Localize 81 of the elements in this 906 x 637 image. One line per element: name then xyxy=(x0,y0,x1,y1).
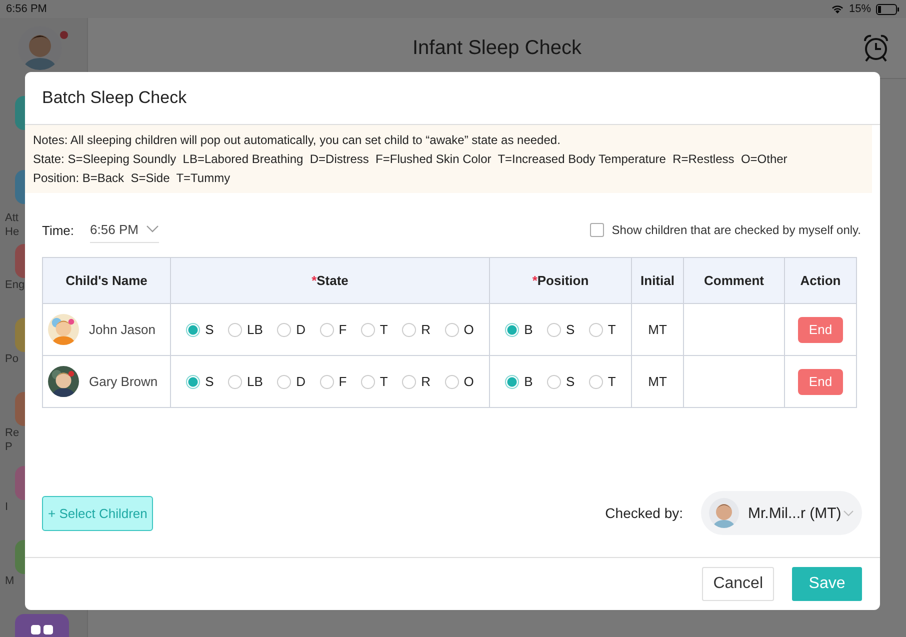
alarm-clock-icon[interactable] xyxy=(862,34,890,62)
column-header: Child's Name xyxy=(42,258,170,304)
chevron-down-icon xyxy=(146,225,160,233)
page-title: Infant Sleep Check xyxy=(412,36,582,60)
sidebar-label: He xyxy=(5,225,20,239)
radio-button[interactable] xyxy=(277,322,292,336)
radio-button[interactable] xyxy=(186,322,200,336)
radio-button[interactable] xyxy=(505,322,520,336)
radio-button[interactable] xyxy=(547,322,562,336)
checked-by-label: Checked by: xyxy=(605,505,683,521)
column-header: Comment xyxy=(684,258,784,304)
staff-select[interactable]: Mr.Mil...r (MT) xyxy=(701,491,862,535)
select-children-button[interactable]: + Select Children xyxy=(42,496,154,530)
note-text: Notes: All sleeping children will pop out automatically, you can set child to “awake” state as needed. xyxy=(33,134,562,147)
wifi-icon xyxy=(830,4,844,14)
option-label: B xyxy=(524,374,533,389)
note-text: State: S=Sleeping Soundly LB=Labored Breathing D=Distress F=Flushed Skin Color T=Increased Body Temperature R=Restless O=Other xyxy=(33,153,788,166)
checkbox[interactable] xyxy=(590,223,604,237)
initials: MT xyxy=(648,374,667,389)
option-label: R xyxy=(421,374,430,389)
option-label: S xyxy=(205,322,214,337)
sidebar-label: M xyxy=(5,574,14,588)
sidebar-label: I xyxy=(5,500,8,514)
battery-icon xyxy=(876,4,900,14)
option-label: R xyxy=(421,322,430,337)
end-button[interactable]: End xyxy=(798,368,843,394)
radio-button[interactable] xyxy=(320,322,334,336)
radio-button[interactable] xyxy=(360,374,375,388)
column-header: *State xyxy=(170,258,490,304)
sidebar-label: Po xyxy=(5,352,18,366)
note-text: Position: B=Back S=Side T=Tummy xyxy=(33,172,232,185)
checkbox-label: Show children that are checked by myself only. xyxy=(612,223,861,237)
radio-button[interactable] xyxy=(360,322,375,336)
radio-button[interactable] xyxy=(320,374,334,388)
radio-button[interactable] xyxy=(186,374,200,388)
option-label: S xyxy=(566,322,575,337)
radio-button[interactable] xyxy=(402,374,416,388)
option-label: F xyxy=(338,322,347,337)
column-header: Initial xyxy=(632,258,684,304)
option-label: O xyxy=(464,374,474,389)
sidebar-label: Re xyxy=(5,426,20,440)
save-button[interactable]: Save xyxy=(792,567,862,601)
radio-button[interactable] xyxy=(402,322,416,336)
option-label: F xyxy=(338,374,347,389)
option-label: D xyxy=(296,374,306,389)
radio-button[interactable] xyxy=(228,322,242,336)
radio-button[interactable] xyxy=(547,374,562,388)
radio-button[interactable] xyxy=(444,322,459,336)
radio-button[interactable] xyxy=(588,322,603,336)
column-header: Action xyxy=(784,258,856,304)
radio-button[interactable] xyxy=(588,374,603,388)
option-label: LB xyxy=(247,322,263,337)
option-label: S xyxy=(205,374,214,389)
radio-button[interactable] xyxy=(444,374,459,388)
time-select[interactable]: 6:56 PM xyxy=(90,222,160,242)
child-name: Gary Brown xyxy=(89,374,158,389)
cancel-button[interactable]: Cancel xyxy=(702,567,774,601)
battery-percent: 15% xyxy=(848,3,871,15)
initials: MT xyxy=(648,322,667,337)
time-label: Time: xyxy=(42,222,74,238)
sidebar-label: Eng xyxy=(5,278,25,292)
radio-button[interactable] xyxy=(277,374,292,388)
sidebar-label: P xyxy=(5,440,12,454)
option-label: LB xyxy=(247,374,263,389)
end-button[interactable]: End xyxy=(798,316,843,342)
sidebar-label: Att xyxy=(5,211,18,225)
option-label: T xyxy=(608,322,616,337)
status-time: 6:56 PM xyxy=(6,3,47,15)
notification-dot xyxy=(60,31,68,39)
child-name: John Jason xyxy=(89,322,156,337)
option-label: S xyxy=(566,374,575,389)
option-label: T xyxy=(380,374,388,389)
option-label: B xyxy=(524,322,533,337)
option-label: T xyxy=(380,322,388,337)
option-label: O xyxy=(464,322,474,337)
radio-button[interactable] xyxy=(505,374,520,388)
radio-button[interactable] xyxy=(228,374,242,388)
column-header: *Position xyxy=(490,258,632,304)
chevron-down-icon xyxy=(843,510,854,516)
option-label: T xyxy=(608,374,616,389)
option-label: D xyxy=(296,322,306,337)
